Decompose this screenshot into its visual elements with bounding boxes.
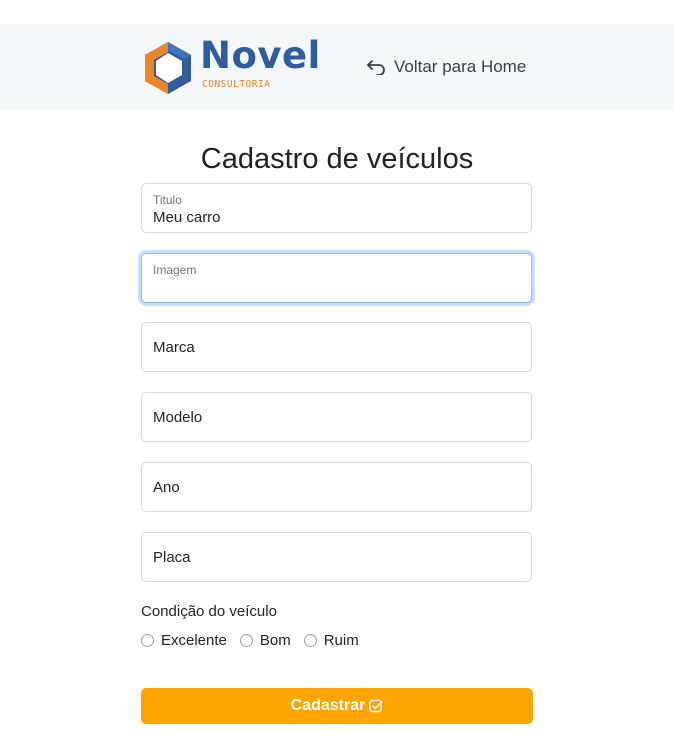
radio-bom[interactable]: Bom (239, 632, 291, 649)
cadastrar-button[interactable]: Cadastrar (141, 688, 533, 724)
modelo-field[interactable]: Modelo (141, 392, 532, 442)
radio-excelente-circle[interactable] (141, 634, 154, 647)
titulo-value[interactable]: Meu carro (153, 209, 221, 226)
condicao-label: Condição do veículo (141, 603, 277, 620)
imagem-field[interactable]: Imagem (141, 253, 532, 303)
radio-ruim-circle[interactable] (303, 634, 317, 647)
ano-field[interactable]: Ano (141, 462, 532, 512)
radio-excelente[interactable]: Excelente (141, 632, 227, 649)
logo-wordmark: Novel (200, 34, 321, 77)
check-square-icon (369, 699, 384, 713)
top-navbar: Novel CONSULTORIA Voltar para Home (0, 24, 674, 109)
radio-ruim-label: Ruim (323, 632, 359, 649)
modelo-placeholder: Modelo (153, 409, 203, 426)
logo-subtitle: CONSULTORIA (202, 79, 271, 90)
titulo-label: Titulo (153, 193, 182, 207)
page-title: Cadastro de veículos (200, 143, 474, 176)
condicao-radio-group: Excelente Bom Ruim (141, 632, 372, 649)
back-to-home-link[interactable]: Voltar para Home (366, 57, 526, 77)
radio-excelente-label: Excelente (161, 632, 227, 649)
hexagon-logo-icon (145, 42, 191, 94)
imagem-label: Imagem (153, 263, 197, 277)
ano-placeholder: Ano (153, 479, 180, 496)
placa-field[interactable]: Placa (141, 532, 532, 582)
marca-field[interactable]: Marca (141, 322, 532, 372)
radio-bom-circle[interactable] (239, 634, 253, 647)
novel-consultoria-logo[interactable]: Novel CONSULTORIA (138, 34, 320, 98)
marca-placeholder: Marca (153, 339, 195, 356)
back-link-label: Voltar para Home (394, 57, 527, 76)
radio-ruim[interactable]: Ruim (303, 632, 359, 649)
placa-placeholder: Placa (153, 549, 191, 566)
radio-bom-label: Bom (259, 632, 291, 649)
titulo-field[interactable]: Titulo Meu carro (141, 183, 532, 233)
undo-arrow-icon (366, 59, 386, 75)
cadastrar-button-label: Cadastrar (290, 697, 366, 714)
